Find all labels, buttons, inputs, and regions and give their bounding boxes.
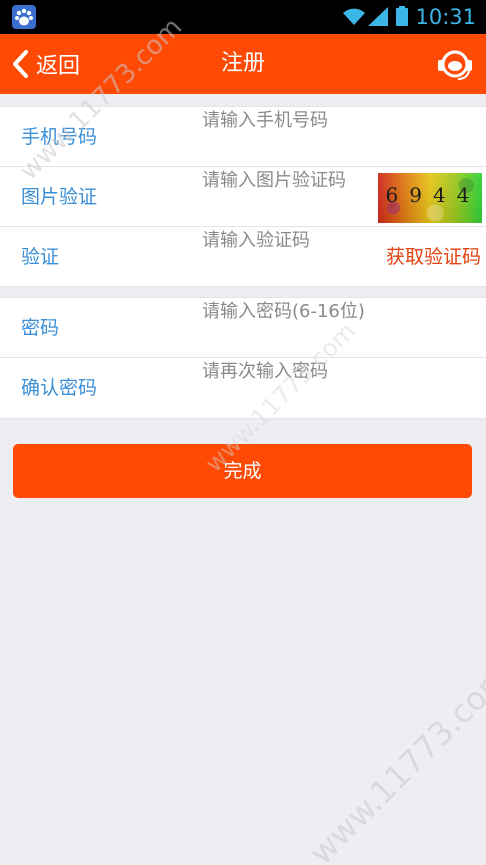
phone-label: 手机号码 <box>21 126 98 148</box>
back-label: 返回 <box>36 54 81 79</box>
chevron-left-icon <box>13 50 28 78</box>
get-code-button[interactable]: 获取验证码 <box>386 243 481 271</box>
captcha-text: 6944 <box>385 183 481 207</box>
password-row: 密码 <box>0 298 486 357</box>
baidu-paw-icon <box>12 5 36 29</box>
verification-group: 手机号码 图片验证 6944 验证 获取验证码 <box>0 106 486 287</box>
back-button[interactable]: 返回 <box>10 46 80 82</box>
confirm-password-input[interactable] <box>202 358 472 384</box>
battery-icon <box>396 6 408 26</box>
confirm-password-label: 确认密码 <box>21 377 98 399</box>
sms-code-row: 验证 获取验证码 <box>0 227 486 286</box>
app-header: 注册 返回 <box>0 34 486 94</box>
customer-service-icon <box>438 50 472 80</box>
phone-row: 手机号码 <box>0 107 486 166</box>
customer-service-button[interactable] <box>434 44 476 84</box>
image-captcha-row: 图片验证 6944 <box>0 167 486 226</box>
signal-icon <box>368 7 388 26</box>
submit-button[interactable]: 完成 <box>13 444 472 498</box>
sms-code-label: 验证 <box>21 246 60 268</box>
password-group: 密码 确认密码 <box>0 297 486 419</box>
status-bar: 10:31 <box>0 0 486 34</box>
captcha-image[interactable]: 6944 <box>378 173 482 223</box>
image-captcha-input[interactable] <box>202 167 372 193</box>
register-screen: 10:31 注册 返回 手机号码 图片 <box>0 0 486 865</box>
confirm-password-row: 确认密码 <box>0 358 486 417</box>
wifi-icon <box>343 8 365 25</box>
status-time: 10:31 <box>415 5 476 29</box>
image-captcha-label: 图片验证 <box>21 186 98 208</box>
password-label: 密码 <box>21 317 60 339</box>
password-input[interactable] <box>202 298 472 324</box>
phone-input[interactable] <box>202 107 372 133</box>
sms-code-input[interactable] <box>202 227 372 253</box>
watermark: www.11773.com <box>302 656 486 865</box>
